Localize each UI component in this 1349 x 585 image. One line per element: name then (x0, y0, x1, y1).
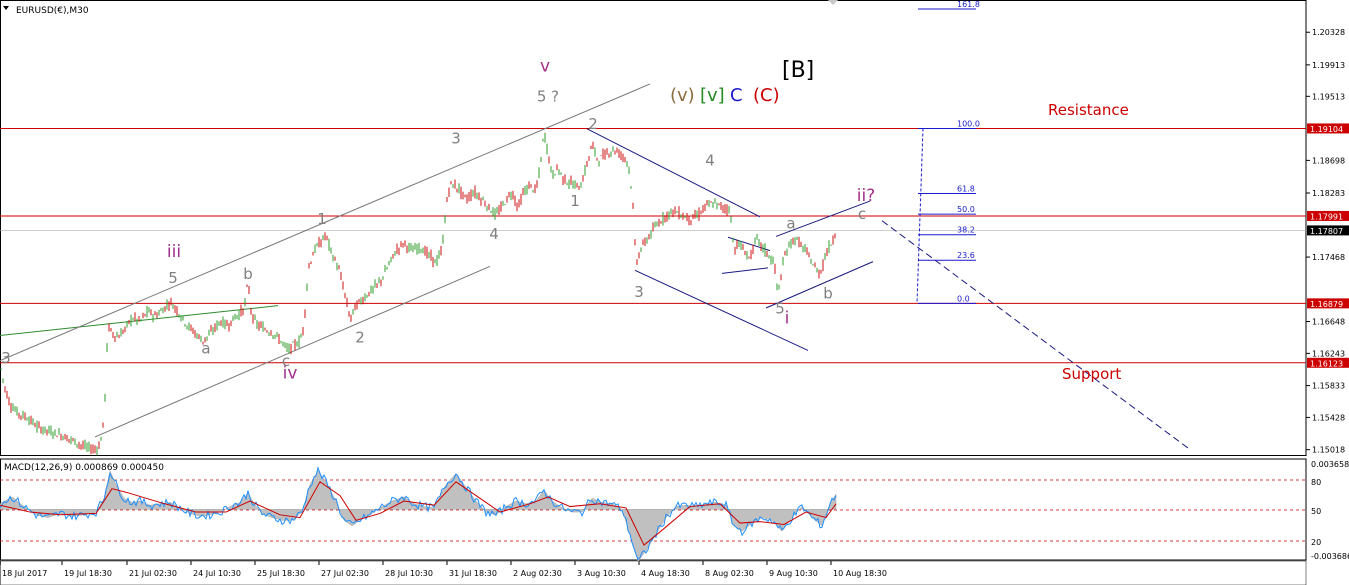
x-tick-label: 25 Jul 18:30 (257, 569, 305, 578)
x-tick-label: 3 Aug 10:30 (577, 569, 626, 578)
wave-label: 4 (489, 225, 499, 243)
wave-label: 1 (570, 192, 580, 210)
fib-level-label: 161.8 (957, 0, 980, 9)
wave-label: 3 (451, 130, 461, 148)
y-tick-label: 1.16243 (1312, 349, 1345, 358)
y-tick-label: 1.18698 (1312, 156, 1345, 165)
price-chart: 161.8100.061.850.038.223.60.0 3iii5 baciv… (0, 0, 1349, 585)
fib-level-label: 23.6 (957, 251, 975, 260)
macd-title: MACD(12,26,9) 0.000869 0.000450 (4, 463, 164, 473)
fib-level-label: 0.0 (957, 294, 970, 303)
wave-legend-1: [v] (700, 85, 725, 106)
wave-label: 3 (634, 283, 644, 301)
wave-label: a (786, 215, 795, 233)
wave-label: v (540, 56, 550, 76)
wave-label: 2 (355, 329, 365, 347)
y-tick-label: 1.19513 (1312, 92, 1345, 101)
y-tick-label: 1.15428 (1312, 413, 1345, 422)
fib-level-label: 50.0 (957, 205, 975, 214)
wave-label: 5 ? (537, 87, 559, 105)
price-level-tag-label: 1.17991 (1310, 212, 1343, 221)
wave-label: b (823, 285, 833, 303)
fib-level-label: 38.2 (957, 226, 975, 235)
wave-degree-label: [B] (782, 58, 814, 83)
wave-label: 1 (317, 210, 327, 228)
price-level-tag-label: 1.19104 (1310, 125, 1343, 134)
x-tick-label: 31 Jul 18:30 (449, 569, 497, 578)
macd-tick-label: 0.003658 (1311, 460, 1349, 469)
y-tick-label: 1.20328 (1312, 28, 1345, 37)
x-tick-label: 28 Jul 10:30 (385, 569, 433, 578)
y-tick-label: 1.19913 (1312, 61, 1345, 70)
chart-title: EURUSD(€),M30 (16, 6, 89, 16)
macd-tick-label: 50 (1311, 507, 1321, 516)
support-zone-label: Support (1062, 365, 1121, 383)
x-tick-label: 18 Jul 2017 (2, 569, 47, 578)
wave-legend-3: (C) (753, 85, 780, 106)
wave-label: 3 (1, 349, 11, 367)
x-tick-label: 2 Aug 02:30 (513, 569, 562, 578)
x-tick-label: 8 Aug 02:30 (705, 569, 754, 578)
wave-label: iii (167, 242, 181, 262)
x-tick-label: 24 Jul 10:30 (193, 569, 241, 578)
wave-label: iv (283, 364, 298, 384)
y-tick-label: 1.16648 (1312, 318, 1345, 327)
y-tick-label: 1.17468 (1312, 253, 1345, 262)
price-level-tag-label: 1.17807 (1310, 227, 1343, 236)
y-tick-label: 1.15833 (1312, 382, 1345, 391)
wave-label: b (243, 265, 253, 283)
wave-label: 5 (775, 300, 785, 318)
wave-label: i (785, 309, 790, 329)
x-tick-label: 4 Aug 18:30 (641, 569, 690, 578)
x-tick-label: 10 Aug 18:30 (833, 569, 887, 578)
macd-tick-label: 20 (1311, 538, 1321, 547)
fib-level-label: 100.0 (957, 119, 980, 128)
fib-level-label: 61.8 (957, 184, 975, 193)
macd-tick-label: -0.003686 (1311, 552, 1349, 561)
y-tick-label: 1.18283 (1312, 189, 1345, 198)
x-tick-label: 9 Aug 10:30 (769, 569, 818, 578)
wave-label: ii? (857, 186, 875, 206)
wave-label: a (201, 340, 210, 358)
wave-legend-2: C (730, 85, 743, 106)
y-tick-label: 1.15018 (1312, 446, 1345, 455)
price-level-tag-label: 1.16123 (1310, 359, 1343, 368)
wave-label: c (858, 205, 866, 223)
macd-tick-label: 80 (1311, 478, 1321, 487)
resistance-zone-label: Resistance (1048, 101, 1129, 119)
wave-label: 4 (705, 152, 715, 170)
wave-label: 5 (168, 269, 178, 287)
price-level-tag-label: 1.16879 (1310, 300, 1343, 309)
wave-legend-0: (v) (670, 85, 695, 106)
wave-label: 2 (588, 115, 598, 133)
x-tick-label: 27 Jul 02:30 (321, 569, 369, 578)
x-tick-label: 21 Jul 02:30 (129, 569, 177, 578)
x-tick-label: 19 Jul 18:30 (64, 569, 112, 578)
